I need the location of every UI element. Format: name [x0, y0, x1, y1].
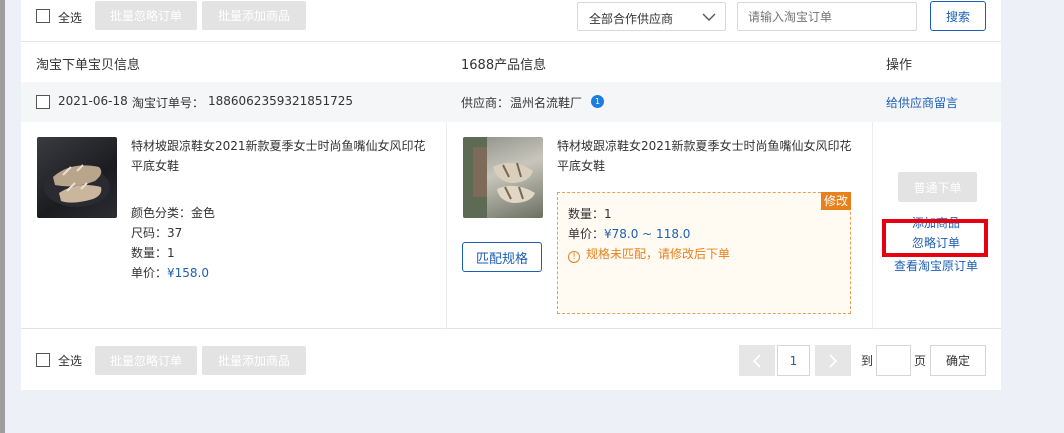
supplier-chat-badge[interactable]: 1	[591, 95, 604, 108]
sandal-lifestyle-photo	[463, 137, 535, 218]
sandal-photo	[44, 164, 110, 207]
column-divider	[446, 122, 447, 329]
goto-label: 到	[861, 354, 874, 368]
supplier-name: 温州名流鞋厂	[510, 96, 583, 110]
column-header-actions: 操作	[886, 58, 913, 73]
search-button[interactable]: 搜索	[930, 1, 986, 31]
batch-add-button-bottom[interactable]: 批量添加商品	[202, 346, 306, 375]
match-spec-button[interactable]: 匹配规格	[462, 242, 542, 272]
column-header-1688: 1688产品信息	[461, 58, 547, 73]
order-checkbox[interactable]	[36, 95, 50, 109]
ali-item-price: ¥78.0 ~ 118.0	[604, 227, 691, 241]
message-supplier-link[interactable]: 给供应商留言	[886, 94, 958, 111]
ali-item-price-row: 单价：¥78.0 ~ 118.0	[568, 224, 690, 244]
bottom-bar: 全选 批量忽略订单 批量添加商品 1 到 页 确定	[21, 330, 1001, 390]
order-item-area: 特材坡跟凉鞋女2021新款夏季女士时尚鱼嘴仙女风印花平底女鞋 颜色分类：金色 尺…	[21, 122, 1001, 329]
order-no: 1886062359321851725	[208, 94, 354, 108]
spec-warning: ! 规格未匹配，请修改后下单	[568, 244, 730, 264]
edit-tag[interactable]: 修改	[821, 192, 851, 210]
view-original-order-link[interactable]: 查看淘宝原订单	[871, 256, 1001, 276]
left-edge-strip	[0, 0, 5, 433]
supplier-select-value: 全部合作供应商	[589, 12, 674, 26]
order-no-label: 淘宝订单号：	[132, 96, 205, 110]
goto-page-input[interactable]	[876, 345, 911, 376]
column-headers: 淘宝下单宝贝信息 1688产品信息 操作	[21, 42, 1001, 82]
ali-product-image[interactable]	[463, 137, 543, 218]
select-all-checkbox-bottom[interactable]	[36, 353, 50, 367]
ali-product-title[interactable]: 特材坡跟凉鞋女2021新款夏季女士时尚鱼嘴仙女风印花平底女鞋	[557, 136, 862, 176]
chevron-right-icon	[829, 353, 838, 368]
select-all-checkbox[interactable]	[36, 9, 50, 23]
prev-page-button[interactable]	[739, 345, 775, 376]
ali-item-price-label: 单价：	[568, 227, 605, 241]
current-page[interactable]: 1	[777, 345, 810, 376]
column-header-taobao: 淘宝下单宝贝信息	[36, 58, 141, 73]
order-search-input[interactable]	[737, 2, 917, 31]
taobao-item-color: 颜色分类：金色	[131, 206, 216, 220]
spec-warning-text: 规格未匹配，请修改后下单	[586, 247, 731, 261]
select-all-label-bottom: 全选	[58, 354, 83, 368]
taobao-item-price: ¥158.0	[167, 266, 210, 280]
taobao-product-title[interactable]: 特材坡跟凉鞋女2021新款夏季女士时尚鱼嘴仙女风印花平底女鞋	[131, 136, 436, 176]
highlight-box	[882, 219, 988, 257]
taobao-item-price-row: 单价：¥158.0	[131, 263, 209, 283]
taobao-product-image[interactable]	[37, 137, 117, 218]
supplier-select[interactable]: 全部合作供应商	[577, 2, 726, 31]
batch-ignore-button-bottom[interactable]: 批量忽略订单	[95, 346, 197, 375]
order-panel: 全选 批量忽略订单 批量添加商品 全部合作供应商 搜索 淘宝下单宝贝信息 168…	[21, 0, 1001, 390]
taobao-item-size: 尺码：37	[131, 226, 183, 240]
select-all-label: 全选	[58, 11, 83, 25]
spec-mismatch-box: 修改 数量：1 单价：¥78.0 ~ 118.0 ! 规格未匹配，请修改后下单	[557, 192, 851, 314]
ali-item-quantity: 数量：1	[568, 207, 612, 221]
order-date: 2021-06-18	[58, 94, 128, 108]
top-toolbar: 全选 批量忽略订单 批量添加商品 全部合作供应商 搜索	[21, 0, 1001, 42]
page-unit-label: 页	[914, 354, 927, 368]
chevron-down-icon	[702, 13, 716, 21]
goto-confirm-button[interactable]: 确定	[930, 345, 986, 376]
taobao-item-price-label: 单价：	[131, 266, 168, 280]
info-circle-icon: !	[568, 251, 580, 263]
supplier-label: 供应商：	[461, 96, 510, 110]
normal-order-button[interactable]: 普通下单	[898, 172, 977, 202]
batch-ignore-button[interactable]: 批量忽略订单	[95, 1, 197, 30]
order-header-row: 2021-06-18 淘宝订单号： 1886062359321851725 供应…	[21, 82, 1001, 122]
next-page-button[interactable]	[815, 345, 851, 376]
chevron-left-icon	[752, 353, 761, 368]
batch-add-button[interactable]: 批量添加商品	[202, 1, 306, 30]
taobao-item-quantity: 数量：1	[131, 246, 175, 260]
